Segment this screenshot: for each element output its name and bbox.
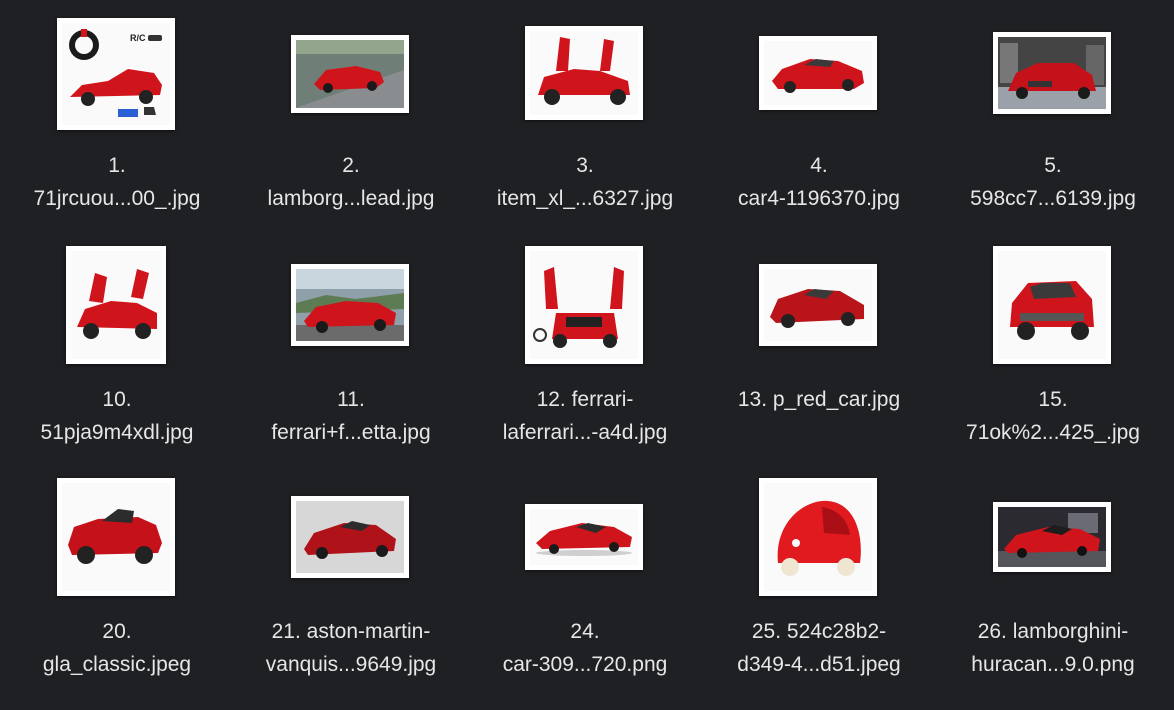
file-name-label: 1. 71jrcuou...00_.jpg [33, 154, 201, 210]
file-item[interactable]: 3. item_xl_...6327.jpg [468, 12, 702, 244]
file-name-label: 3. item_xl_...6327.jpg [496, 154, 674, 210]
file-name-label: 25. 524c28b2- d349-4...d51.jpeg [737, 620, 901, 676]
file-name-label: 13. p_red_car.jpg [737, 388, 901, 411]
image-thumbnail[interactable] [759, 36, 877, 110]
file-name-label: 20. gla_classic.jpeg [42, 620, 192, 676]
image-thumbnail[interactable] [525, 26, 643, 120]
file-name-label: 5. 598cc7...6139.jpg [970, 154, 1136, 210]
file-name-label: 26. lamborghini-huracan...9.0.png [971, 620, 1135, 676]
file-item[interactable]: 25. 524c28b2- d349-4...d51.jpeg [702, 478, 936, 710]
svg-text:R/C: R/C [130, 33, 146, 43]
file-item[interactable]: 21. aston-martin-vanquis...9649.jpg [234, 478, 468, 710]
file-item[interactable]: 11. ferrari+f...etta.jpg [234, 246, 468, 478]
file-item[interactable]: 5. 598cc7...6139.jpg [936, 12, 1170, 244]
file-item[interactable]: 2. lamborg...lead.jpg [234, 12, 468, 244]
image-thumbnail[interactable] [66, 246, 166, 364]
file-item[interactable]: 4. car4-1196370.jpg [702, 12, 936, 244]
file-item[interactable]: 15. 71ok%2...425_.jpg [936, 246, 1170, 478]
image-thumbnail[interactable] [525, 246, 643, 364]
file-item[interactable]: 24. car-309...720.png [468, 478, 702, 710]
file-name-label: 11. ferrari+f...etta.jpg [271, 388, 431, 444]
file-name-label: 12. ferrari-laferrari...-a4d.jpg [502, 388, 668, 444]
image-thumbnail[interactable] [525, 504, 643, 570]
file-name-label: 21. aston-martin-vanquis...9649.jpg [265, 620, 437, 676]
file-name-label: 10. 51pja9m4xdl.jpg [40, 388, 194, 444]
file-name-label: 24. car-309...720.png [502, 620, 668, 676]
image-thumbnail[interactable] [759, 478, 877, 596]
image-thumbnail[interactable] [759, 264, 877, 346]
image-thumbnail[interactable] [993, 32, 1111, 114]
image-thumbnail[interactable]: R/C [57, 18, 175, 130]
file-item[interactable]: 12. ferrari-laferrari...-a4d.jpg [468, 246, 702, 478]
file-name-label: 2. lamborg...lead.jpg [267, 154, 435, 210]
file-name-label: 4. car4-1196370.jpg [738, 154, 900, 210]
file-name-label: 15. 71ok%2...425_.jpg [966, 388, 1140, 444]
file-item[interactable]: 10. 51pja9m4xdl.jpg [0, 246, 234, 478]
file-item[interactable]: 13. p_red_car.jpg [702, 246, 936, 478]
image-thumbnail[interactable] [993, 502, 1111, 572]
image-thumbnail[interactable] [291, 264, 409, 346]
image-thumbnail[interactable] [291, 35, 409, 113]
file-icon-grid: R/C 1. 71jrcuou...00_.jpg 2. lamborg...l… [0, 0, 1174, 698]
file-item[interactable]: R/C 1. 71jrcuou...00_.jpg [0, 12, 234, 244]
image-thumbnail[interactable] [993, 246, 1111, 364]
image-thumbnail[interactable] [57, 478, 175, 596]
image-thumbnail[interactable] [291, 496, 409, 578]
file-item[interactable]: 26. lamborghini-huracan...9.0.png [936, 478, 1170, 710]
file-item[interactable]: 20. gla_classic.jpeg [0, 478, 234, 710]
